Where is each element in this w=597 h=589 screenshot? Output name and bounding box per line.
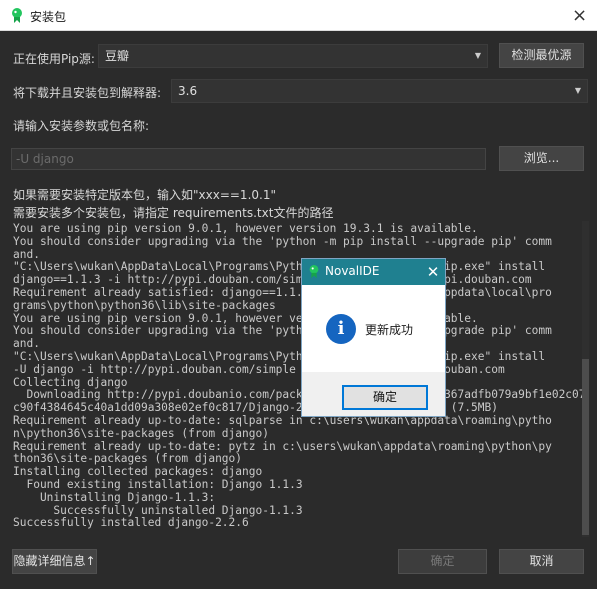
info-icon: i	[326, 314, 356, 344]
detect-best-source-button[interactable]: 检测最优源	[499, 43, 584, 68]
console-line: and.	[13, 247, 40, 261]
console-line: grams\python\python36\lib\site-packages	[13, 298, 276, 312]
dialog-message: 更新成功	[365, 323, 414, 337]
console-line: Requirement already up-to-date: pytz in …	[13, 439, 552, 453]
requirements-hint-text: 需要安装多个安装包，请指定 requirements.txt文件的路径	[13, 206, 334, 220]
console-line: Found existing installation: Django 1.1.…	[13, 477, 303, 491]
console-line: n\python36\site-packages (from django)	[13, 426, 269, 440]
console-line: Successfully installed django-2.2.6	[13, 516, 249, 530]
install-package-panel: 正在使用Pip源: 豆瓣 ▼ 检测最优源 将下载并且安装包到解释器: 3.6 ▼…	[0, 31, 597, 589]
dialog-ok-button[interactable]: 确定	[342, 385, 428, 410]
success-dialog: NovalIDE ✕ i 更新成功 确定	[301, 258, 446, 417]
toggle-details-button[interactable]: 隐藏详细信息↑	[12, 549, 97, 574]
chevron-down-icon: ▼	[474, 51, 481, 60]
console-line: django==1.1.3 -i http://pypi.douban.com/…	[13, 273, 532, 287]
interpreter-label: 将下载并且安装包到解释器:	[13, 86, 162, 100]
cancel-button[interactable]: 取消	[499, 549, 584, 574]
console-line: Collecting django	[13, 375, 128, 389]
console-line: "C:\Users\wukan\AppData\Local\Programs\P…	[13, 349, 546, 363]
install-output-console[interactable]: You are using pip version 9.0.1, however…	[9, 221, 589, 537]
console-line: thon36\site-packages (from django)	[13, 452, 243, 466]
dialog-titlebar: NovalIDE ✕	[302, 259, 445, 285]
pip-source-select[interactable]: 豆瓣 ▼	[98, 44, 488, 68]
app-logo-icon	[309, 264, 319, 279]
dialog-title: NovalIDE	[325, 264, 380, 278]
window-title: 安装包	[30, 10, 67, 24]
console-line: Requirement already up-to-date: sqlparse…	[13, 413, 552, 427]
console-line: Requirement already satisfied: django==1…	[13, 285, 552, 299]
interpreter-select[interactable]: 3.6 ▼	[171, 79, 588, 103]
ok-button[interactable]: 确定	[398, 549, 487, 574]
console-line: You should consider upgrading via the 'p…	[13, 234, 552, 248]
browse-button[interactable]: 浏览...	[499, 146, 584, 171]
interpreter-value: 3.6	[178, 84, 198, 98]
package-args-input[interactable]: -U django	[11, 148, 486, 170]
console-line: Installing collected packages: django	[13, 465, 263, 479]
close-icon: ×	[571, 5, 588, 26]
console-line: "C:\Users\wukan\AppData\Local\Programs\P…	[13, 260, 546, 274]
console-line: and.	[13, 337, 40, 351]
console-line: Uninstalling Django-1.1.3:	[13, 490, 216, 504]
console-line: Successfully uninstalled Django-1.1.3	[13, 503, 303, 517]
console-line: You should consider upgrading via the 'p…	[13, 324, 552, 338]
console-scrollbar[interactable]	[582, 221, 589, 537]
pip-source-value: 豆瓣	[105, 49, 130, 63]
package-input-label: 请输入安装参数或包名称:	[13, 119, 150, 133]
window-close-button[interactable]: ×	[562, 0, 597, 31]
pip-source-label: 正在使用Pip源:	[13, 52, 95, 66]
console-line: You are using pip version 9.0.1, however…	[13, 222, 478, 235]
chevron-down-icon: ▼	[574, 86, 581, 95]
app-logo-icon	[12, 8, 22, 23]
dialog-close-button[interactable]: ✕	[422, 261, 444, 283]
version-hint-text: 如果需要安装特定版本包，输入如"xxx==1.0.1"	[13, 188, 276, 202]
dialog-content: i 更新成功	[302, 285, 445, 372]
window-titlebar: 安装包 ×	[0, 0, 597, 31]
console-scroll-thumb[interactable]	[582, 359, 589, 535]
close-icon: ✕	[426, 263, 440, 281]
